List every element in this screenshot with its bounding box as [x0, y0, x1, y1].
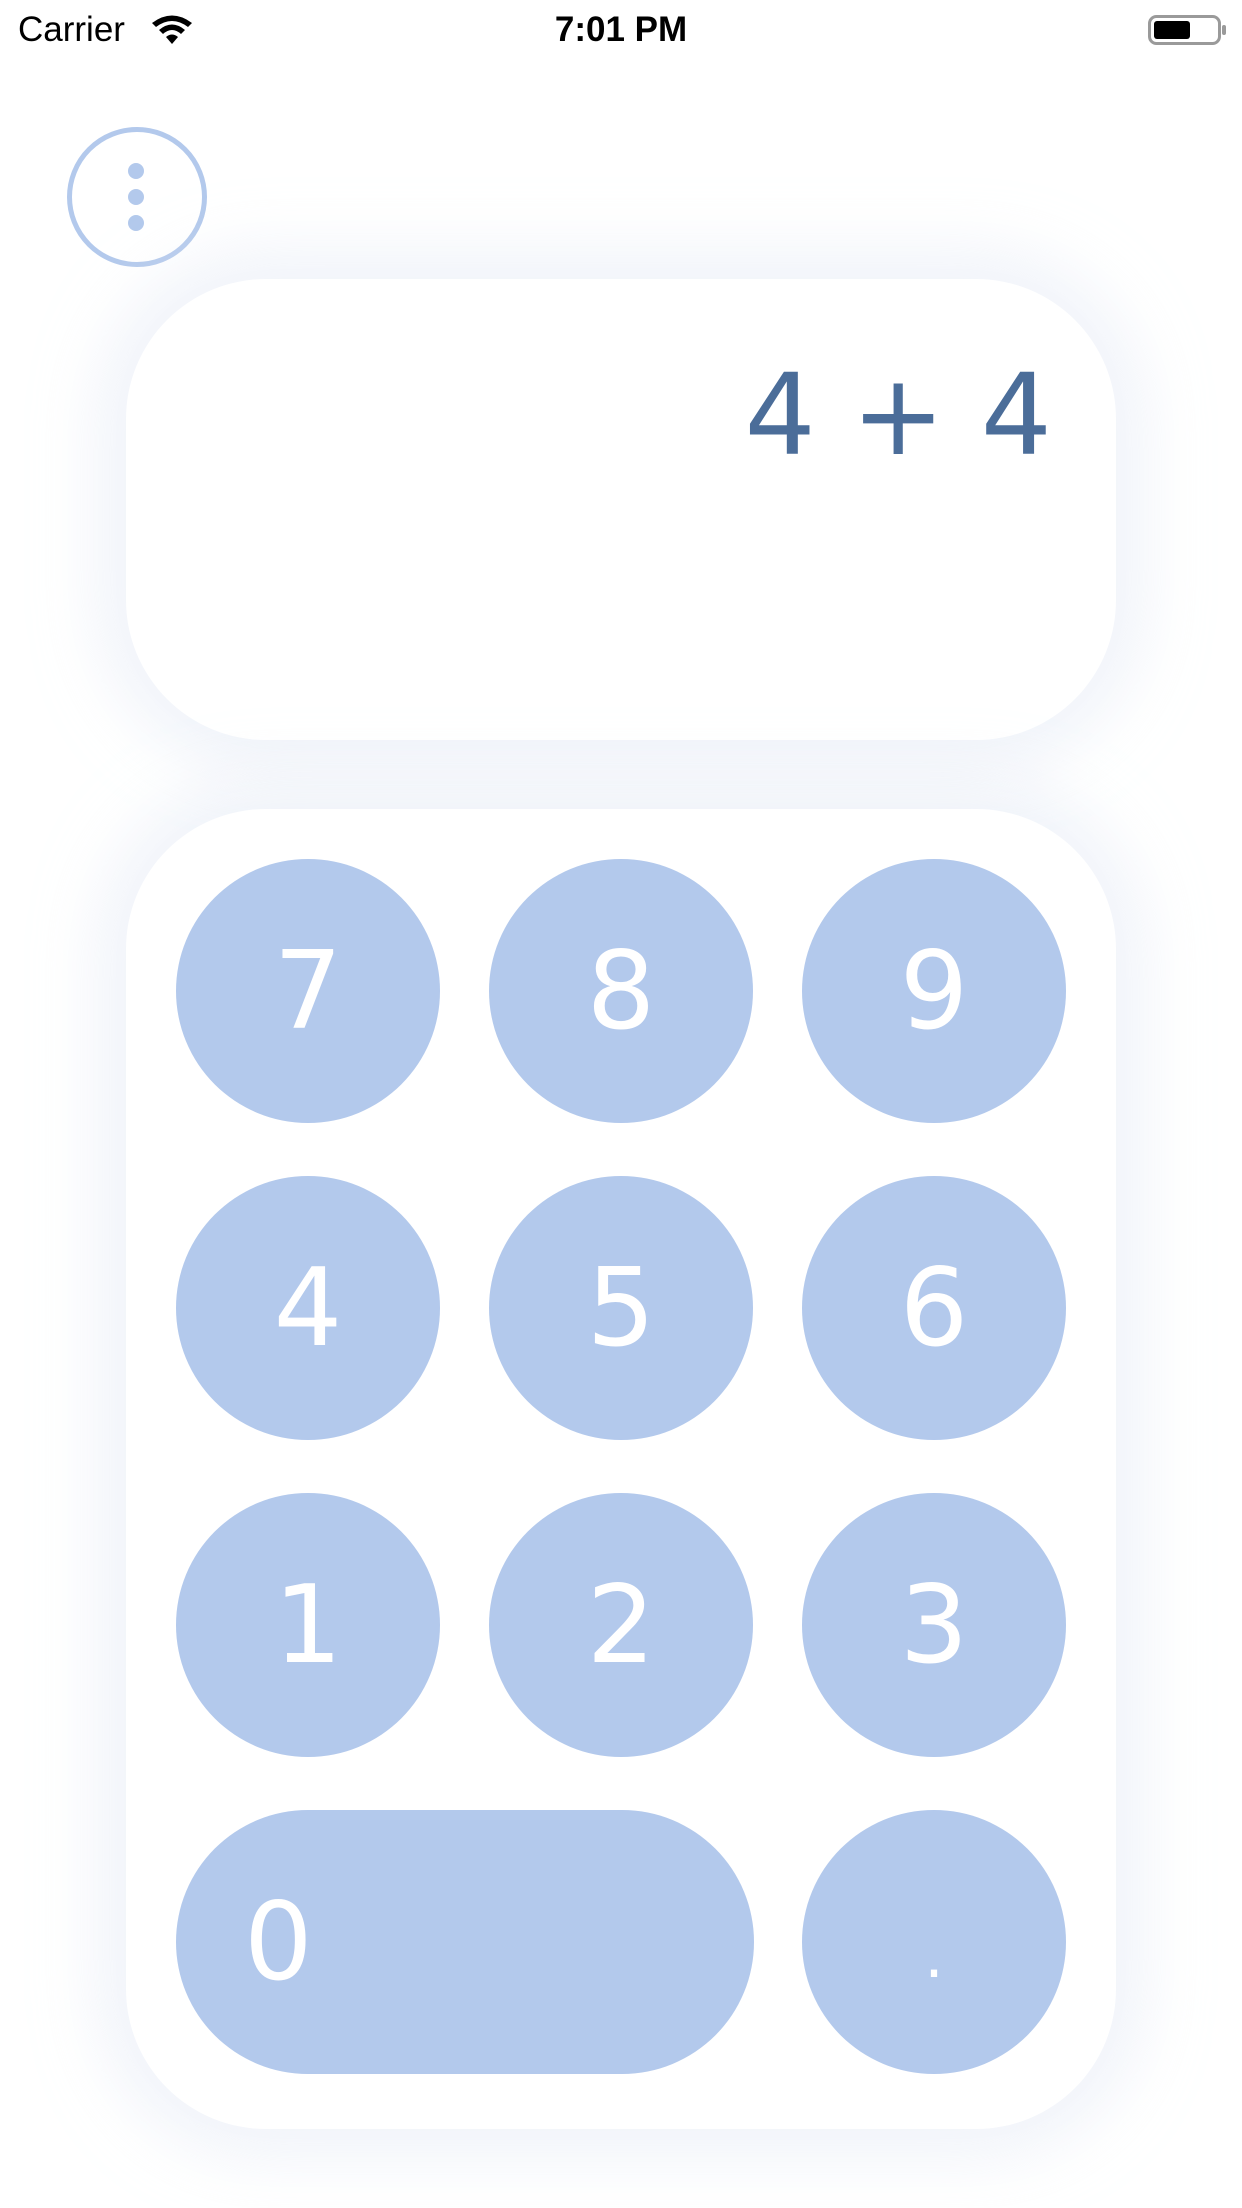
menu-button[interactable]: [67, 127, 207, 267]
more-vertical-icon: [128, 189, 144, 205]
key-decimal[interactable]: .: [802, 1810, 1066, 2074]
key-1[interactable]: 1: [176, 1493, 440, 1757]
expression-display: 4 + 4: [744, 351, 1052, 481]
more-vertical-icon: [128, 215, 144, 231]
keypad-panel: 7 8 9 4 5 6 1 2 3 0 .: [126, 809, 1116, 2129]
key-3[interactable]: 3: [802, 1493, 1066, 1757]
more-vertical-icon: [128, 163, 144, 179]
status-bar: Carrier 7:01 PM: [0, 0, 1242, 60]
key-2[interactable]: 2: [489, 1493, 753, 1757]
key-0[interactable]: 0: [176, 1810, 754, 2074]
key-9[interactable]: 9: [802, 859, 1066, 1123]
status-time: 7:01 PM: [554, 10, 688, 49]
display-panel: 4 + 4: [126, 279, 1116, 740]
key-7[interactable]: 7: [176, 859, 440, 1123]
key-5[interactable]: 5: [489, 1176, 753, 1440]
key-6[interactable]: 6: [802, 1176, 1066, 1440]
battery-icon: [1148, 15, 1226, 45]
key-8[interactable]: 8: [489, 859, 753, 1123]
key-4[interactable]: 4: [176, 1176, 440, 1440]
